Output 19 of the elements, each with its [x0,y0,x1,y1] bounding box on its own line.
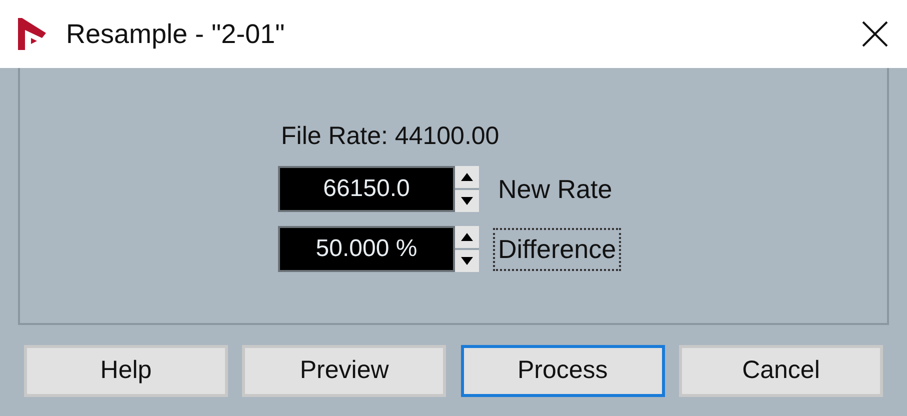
dialog-button[interactable]: Cancel [678,345,883,397]
close-icon [862,21,888,47]
number-field[interactable]: 66150.0 [278,166,455,212]
spin-down-button[interactable] [455,250,479,272]
dialog-button[interactable]: Process [460,345,665,397]
field-label: Difference [493,228,622,270]
spin-down-button[interactable] [455,190,479,212]
number-field[interactable]: 50.000 % [278,226,455,272]
up-arrow-icon [461,233,473,241]
dialog-button[interactable]: Preview [242,345,446,397]
dialog-button[interactable]: Help [24,345,228,397]
spin-up-button[interactable] [455,226,479,248]
field-label: New Rate [497,172,614,206]
up-arrow-icon [461,173,473,181]
down-arrow-icon [461,257,473,265]
down-arrow-icon [461,197,473,205]
file-rate-text: File Rate: 44100.00 [281,121,500,152]
spin-up-button[interactable] [455,166,479,188]
window-title: Resample - "2-01" [66,18,285,51]
